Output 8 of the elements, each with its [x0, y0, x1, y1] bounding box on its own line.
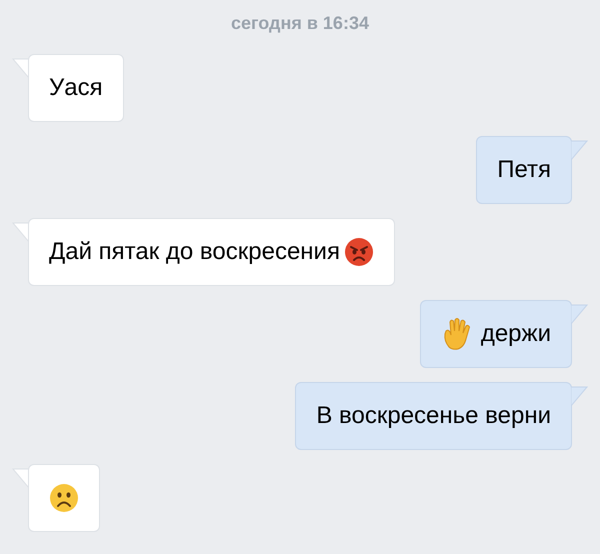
message-text: Дай пятак до воскресения [49, 237, 340, 267]
message-text: Петя [497, 155, 551, 185]
message-text: держи [480, 319, 551, 349]
angry-face-icon [344, 237, 374, 267]
date-header: сегодня в 16:34 [231, 12, 369, 35]
message-text: В воскресенье верни [316, 401, 551, 431]
message-text: Уася [49, 73, 103, 103]
sad-face-icon [49, 483, 79, 513]
